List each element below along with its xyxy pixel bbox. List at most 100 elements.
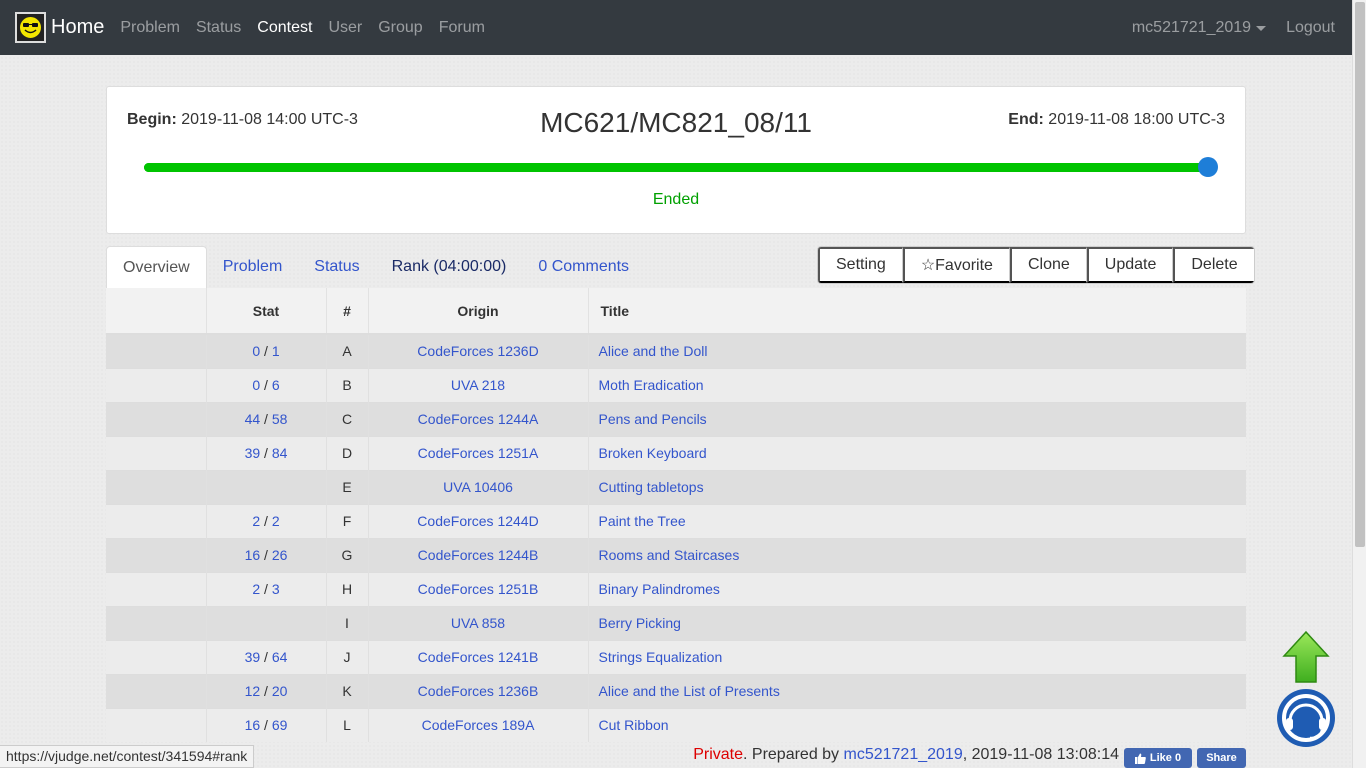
favorite-button[interactable]: ☆Favorite bbox=[902, 247, 1010, 283]
row-problem-number: E bbox=[326, 469, 369, 504]
facebook-share-button[interactable]: Share bbox=[1197, 748, 1246, 768]
solved-count-link[interactable]: 39 bbox=[245, 445, 261, 461]
row-stat-cell: 2 / 3 bbox=[206, 571, 327, 606]
solved-count-link[interactable]: 12 bbox=[245, 683, 261, 699]
problem-origin-link[interactable]: UVA 10406 bbox=[443, 479, 513, 495]
row-blank-cell bbox=[106, 401, 207, 436]
problem-origin-link[interactable]: CodeForces 189A bbox=[422, 717, 535, 733]
row-blank-cell bbox=[106, 673, 207, 708]
problem-title-link[interactable]: Cut Ribbon bbox=[599, 717, 669, 733]
facebook-like-button[interactable]: Like 0 bbox=[1124, 748, 1192, 768]
table-row: 0 / 6 B UVA 218 Moth Eradication bbox=[106, 367, 1246, 402]
row-problem-number: L bbox=[326, 707, 369, 742]
row-origin-cell: CodeForces 1251A bbox=[368, 435, 589, 470]
tab-problem[interactable]: Problem bbox=[207, 246, 299, 288]
problem-origin-link[interactable]: CodeForces 1244D bbox=[417, 513, 538, 529]
author-link[interactable]: mc521721_2019 bbox=[844, 746, 963, 763]
problem-origin-link[interactable]: CodeForces 1244A bbox=[418, 411, 539, 427]
problem-origin-link[interactable]: UVA 218 bbox=[451, 377, 505, 393]
clone-button[interactable]: Clone bbox=[1009, 247, 1087, 283]
problem-title-link[interactable]: Pens and Pencils bbox=[599, 411, 707, 427]
problem-title-link[interactable]: Berry Picking bbox=[599, 615, 681, 631]
header-origin: Origin bbox=[368, 288, 589, 335]
page-scrollbar[interactable] bbox=[1352, 0, 1366, 768]
tried-count-link[interactable]: 20 bbox=[272, 683, 288, 699]
brand-home-link[interactable]: Home bbox=[15, 12, 104, 43]
problem-title-link[interactable]: Binary Palindromes bbox=[599, 581, 720, 597]
tried-count-link[interactable]: 6 bbox=[272, 377, 280, 393]
nav-forum[interactable]: Forum bbox=[439, 19, 485, 37]
end-value: 2019-11-08 18:00 UTC-3 bbox=[1048, 111, 1225, 128]
delete-button[interactable]: Delete bbox=[1173, 247, 1254, 283]
problem-title-link[interactable]: Cutting tabletops bbox=[599, 479, 704, 495]
row-origin-cell: CodeForces 1244B bbox=[368, 537, 589, 572]
user-dropdown[interactable]: mc521721_2019 bbox=[1132, 19, 1267, 37]
problem-title-link[interactable]: Alice and the List of Presents bbox=[599, 683, 780, 699]
problem-title-link[interactable]: Broken Keyboard bbox=[599, 445, 707, 461]
problem-title-link[interactable]: Strings Equalization bbox=[599, 649, 723, 665]
solved-count-link[interactable]: 0 bbox=[252, 377, 260, 393]
row-origin-cell: CodeForces 1241B bbox=[368, 639, 589, 674]
tried-count-link[interactable]: 1 bbox=[272, 343, 280, 359]
row-origin-cell: CodeForces 1244D bbox=[368, 503, 589, 538]
nav-status[interactable]: Status bbox=[196, 19, 241, 37]
setting-button[interactable]: Setting bbox=[818, 247, 903, 283]
problem-title-link[interactable]: Moth Eradication bbox=[599, 377, 704, 393]
tab-comments[interactable]: 0 Comments bbox=[522, 246, 645, 288]
problem-origin-link[interactable]: CodeForces 1241B bbox=[418, 649, 539, 665]
header-num: # bbox=[326, 288, 369, 335]
tab-status[interactable]: Status bbox=[298, 246, 375, 288]
problem-origin-link[interactable]: UVA 858 bbox=[451, 615, 505, 631]
problem-origin-link[interactable]: CodeForces 1251B bbox=[418, 581, 539, 597]
headset-support-icon[interactable] bbox=[1276, 688, 1336, 748]
problem-origin-link[interactable]: CodeForces 1236D bbox=[417, 343, 538, 359]
solved-count-link[interactable]: 16 bbox=[245, 717, 261, 733]
contest-header: Begin: 2019-11-08 14:00 UTC-3 MC621/MC82… bbox=[106, 86, 1246, 234]
problem-origin-link[interactable]: CodeForces 1251A bbox=[418, 445, 539, 461]
row-origin-cell: CodeForces 1236B bbox=[368, 673, 589, 708]
problem-table: Stat # Origin Title 0 / 1 A CodeForces 123… bbox=[106, 288, 1246, 742]
tried-count-link[interactable]: 64 bbox=[272, 649, 288, 665]
row-title-cell: Alice and the Doll bbox=[588, 333, 1246, 368]
row-stat-cell: 0 / 6 bbox=[206, 367, 327, 402]
tab-overview[interactable]: Overview bbox=[106, 246, 207, 288]
row-blank-cell bbox=[106, 469, 207, 504]
problem-title-link[interactable]: Paint the Tree bbox=[599, 513, 686, 529]
tried-count-link[interactable]: 84 bbox=[272, 445, 288, 461]
nav-problem[interactable]: Problem bbox=[120, 19, 180, 37]
logout-link[interactable]: Logout bbox=[1286, 19, 1335, 37]
scroll-to-top-up-arrow-icon[interactable] bbox=[1282, 630, 1330, 684]
problem-origin-link[interactable]: CodeForces 1236B bbox=[418, 683, 539, 699]
row-stat-cell: 39 / 84 bbox=[206, 435, 327, 470]
tab-rank[interactable]: Rank (04:00:00) bbox=[376, 246, 523, 288]
solved-count-link[interactable]: 2 bbox=[252, 513, 260, 529]
contest-footer-info: Private. Prepared by mc521721_2019, 2019… bbox=[693, 746, 1119, 764]
tried-count-link[interactable]: 2 bbox=[272, 513, 280, 529]
contest-tabs: Overview Problem Status Rank (04:00:00) … bbox=[106, 246, 645, 288]
solved-count-link[interactable]: 39 bbox=[245, 649, 261, 665]
tried-count-link[interactable]: 3 bbox=[272, 581, 280, 597]
solved-count-link[interactable]: 0 bbox=[252, 343, 260, 359]
solved-count-link[interactable]: 16 bbox=[245, 547, 261, 563]
tried-count-link[interactable]: 26 bbox=[272, 547, 288, 563]
caret-down-icon bbox=[1256, 26, 1267, 31]
problem-title-link[interactable]: Rooms and Staircases bbox=[599, 547, 740, 563]
row-title-cell: Berry Picking bbox=[588, 605, 1246, 640]
solved-count-link[interactable]: 44 bbox=[245, 411, 261, 427]
contest-actions: Setting ☆Favorite Clone Update Delete bbox=[817, 246, 1255, 284]
row-problem-number: F bbox=[326, 503, 369, 538]
problem-origin-link[interactable]: CodeForces 1244B bbox=[418, 547, 539, 563]
table-row: 16 / 69 L CodeForces 189A Cut Ribbon bbox=[106, 707, 1246, 742]
tried-count-link[interactable]: 69 bbox=[272, 717, 288, 733]
nav-contest[interactable]: Contest bbox=[257, 19, 312, 37]
tried-count-link[interactable]: 58 bbox=[272, 411, 288, 427]
problem-title-link[interactable]: Alice and the Doll bbox=[599, 343, 708, 359]
row-stat-cell: 0 / 1 bbox=[206, 333, 327, 368]
nav-user[interactable]: User bbox=[328, 19, 362, 37]
scrollbar-thumb[interactable] bbox=[1355, 2, 1365, 547]
table-row: 2 / 2 F CodeForces 1244D Paint the Tree bbox=[106, 503, 1246, 538]
update-button[interactable]: Update bbox=[1086, 247, 1174, 283]
nav-group[interactable]: Group bbox=[378, 19, 422, 37]
solved-count-link[interactable]: 2 bbox=[252, 581, 260, 597]
progress-slider-handle[interactable] bbox=[1198, 157, 1218, 177]
